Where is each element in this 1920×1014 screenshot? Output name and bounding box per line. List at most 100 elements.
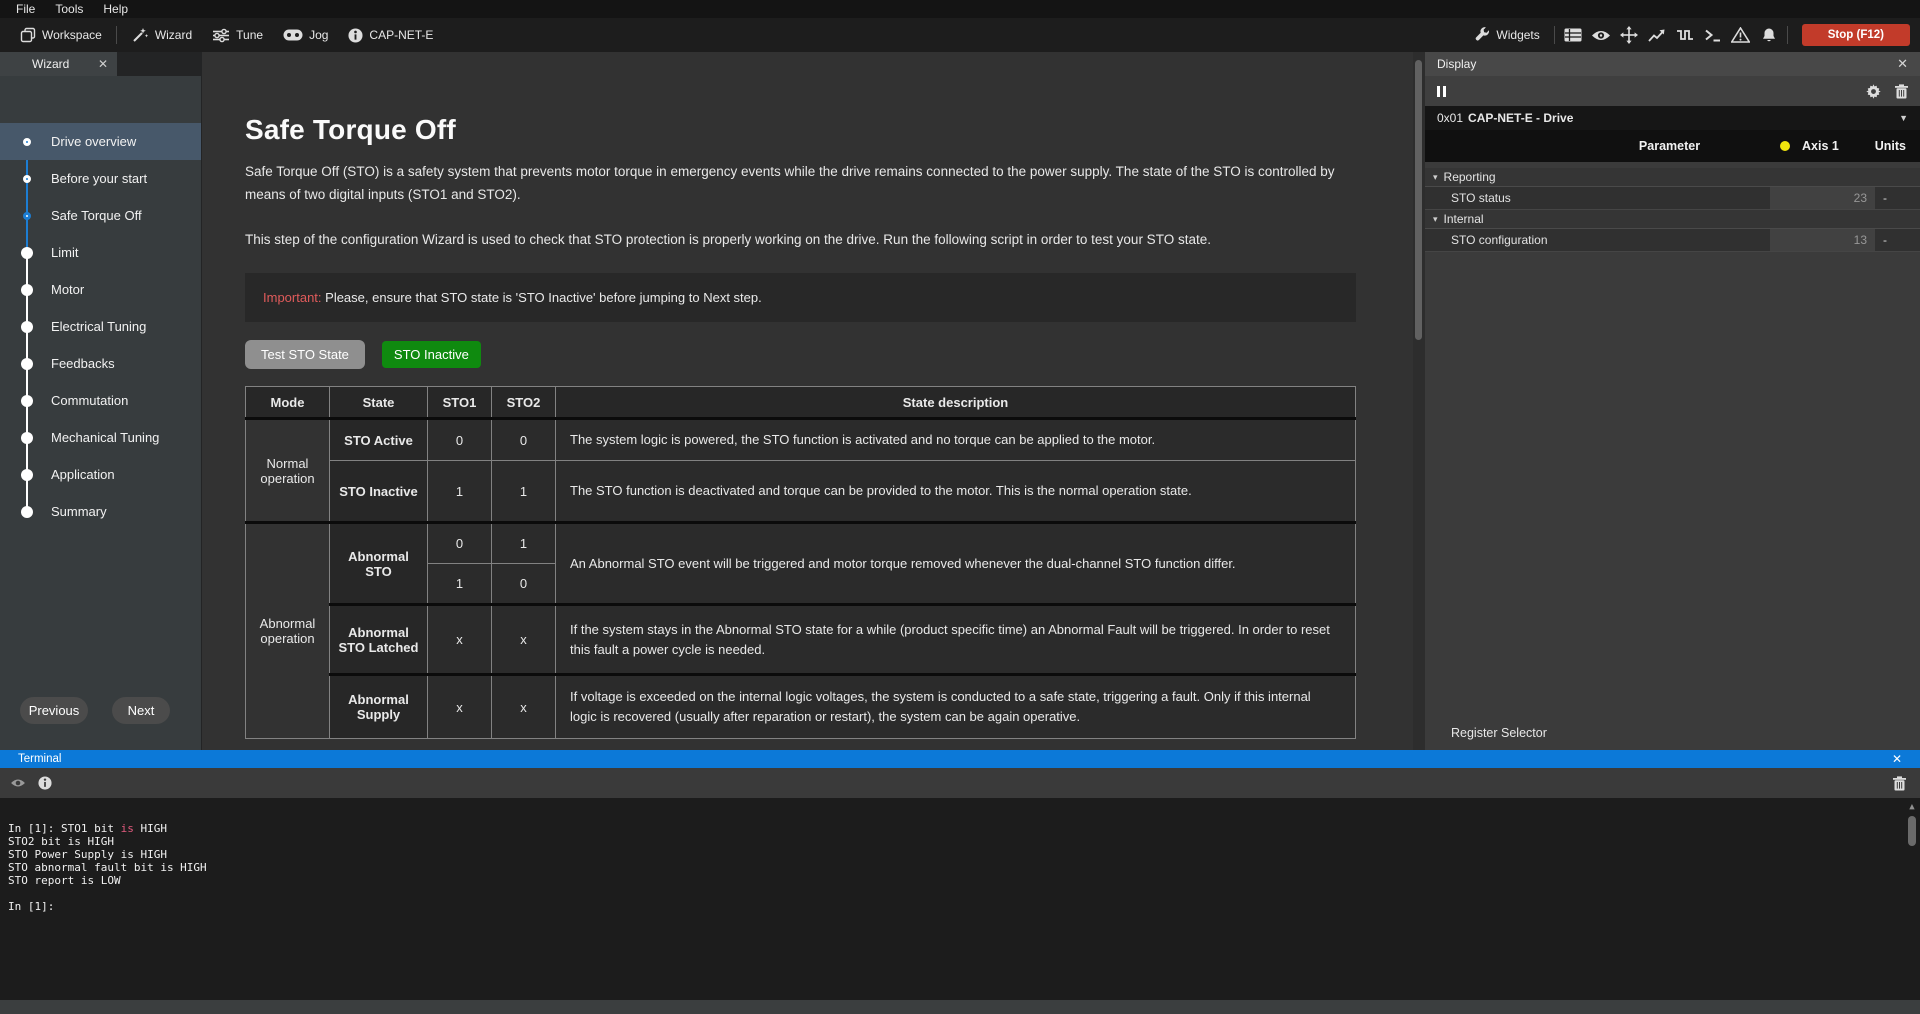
- step-label: Application: [51, 467, 115, 482]
- terminal-scrollbar[interactable]: ▲: [1906, 802, 1918, 1000]
- sidebar-item-motor[interactable]: Motor: [0, 271, 201, 308]
- terminal-panel: Terminal ✕ In [1]: STO1 bit is HIGH STO2…: [0, 750, 1920, 1000]
- terminal-prompt[interactable]: In [1]:: [8, 900, 1920, 913]
- table-row: STO Inactive 1 1 The STO function is dea…: [246, 461, 1356, 523]
- sidebar-item-safe-torque-off[interactable]: Safe Torque Off: [0, 197, 201, 234]
- workspace-label: Workspace: [42, 28, 102, 42]
- main-toolbar: Workspace Wizard Tune Jog CAP-NET-E Widg…: [0, 18, 1920, 52]
- sto1-cell: 0: [428, 419, 492, 461]
- state-cell: STO Active: [330, 419, 428, 461]
- trash-icon[interactable]: [1895, 84, 1908, 99]
- step-todo-indicator: [21, 358, 33, 370]
- sidebar-item-before-your-start[interactable]: Before your start: [0, 160, 201, 197]
- wizard-button[interactable]: Wizard: [121, 18, 202, 52]
- previous-button[interactable]: Previous: [20, 697, 88, 724]
- column-header-mode: Mode: [246, 387, 330, 419]
- menu-help[interactable]: Help: [93, 2, 138, 16]
- widgets-button[interactable]: Widgets: [1464, 27, 1549, 43]
- sidebar-item-feedbacks[interactable]: Feedbacks: [0, 345, 201, 382]
- register-table-button[interactable]: [1559, 28, 1587, 42]
- sto1-cell: x: [428, 675, 492, 739]
- step-label: Limit: [51, 245, 78, 260]
- main-scrollbar[interactable]: [1413, 52, 1425, 750]
- gear-icon[interactable]: [1866, 84, 1881, 99]
- terminal-output[interactable]: In [1]: STO1 bit is HIGH STO2 bit is HIG…: [0, 798, 1920, 1000]
- step-label: Electrical Tuning: [51, 319, 146, 334]
- terminal-button[interactable]: [1699, 28, 1727, 42]
- scope-chart-button[interactable]: [1643, 28, 1671, 43]
- tab-wizard[interactable]: Wizard ✕: [0, 52, 117, 76]
- wizard-nav: Previous Next: [20, 697, 170, 724]
- parameter-label: STO status: [1425, 191, 1770, 205]
- application-window: File Tools Help Workspace Wizard Tune Jo…: [0, 0, 1920, 1014]
- warning-button[interactable]: [1727, 27, 1755, 43]
- sidebar-item-drive-overview[interactable]: Drive overview: [0, 123, 201, 160]
- device-selector-row[interactable]: 0x01 CAP-NET-E - Drive ▼: [1425, 106, 1920, 130]
- sidebar-item-application[interactable]: Application: [0, 456, 201, 493]
- step-label: Drive overview: [51, 134, 136, 149]
- next-button[interactable]: Next: [112, 697, 170, 724]
- device-name: CAP-NET-E - Drive: [1468, 111, 1573, 125]
- device-info-button[interactable]: CAP-NET-E: [338, 18, 443, 52]
- test-sto-state-button[interactable]: Test STO State: [245, 340, 365, 369]
- column-header-description: State description: [556, 387, 1356, 419]
- notifications-bell-button[interactable]: [1755, 27, 1783, 43]
- stop-button[interactable]: Stop (F12): [1802, 24, 1910, 46]
- description-cell: The system logic is powered, the STO fun…: [556, 419, 1356, 461]
- motion-button[interactable]: [1615, 26, 1643, 44]
- jog-label: Jog: [309, 28, 328, 42]
- sto-state-table: Mode State STO1 STO2 State description N…: [245, 386, 1356, 739]
- step-todo-indicator: [21, 284, 33, 296]
- description-cell: If the system stays in the Abnormal STO …: [556, 605, 1356, 675]
- parameter-row-sto-status[interactable]: STO status 23 -: [1425, 187, 1920, 210]
- tune-button[interactable]: Tune: [202, 18, 273, 52]
- eye-icon[interactable]: [10, 778, 26, 788]
- collapse-triangle-icon: ▾: [1433, 214, 1438, 225]
- display-panel-toolbar: [1425, 76, 1920, 106]
- step-label: Safe Torque Off: [51, 208, 142, 223]
- sto1-cell: 1: [428, 461, 492, 523]
- scrollbar-thumb[interactable]: [1908, 816, 1916, 846]
- terminal-title: Terminal: [18, 753, 61, 765]
- menu-tools[interactable]: Tools: [45, 2, 93, 16]
- info-icon[interactable]: [38, 776, 52, 790]
- close-icon[interactable]: ✕: [1897, 56, 1908, 72]
- scroll-up-arrow-icon[interactable]: ▲: [1909, 802, 1914, 812]
- state-cell: Abnormal STO: [330, 523, 428, 605]
- chevron-down-icon[interactable]: ▼: [1899, 113, 1908, 123]
- square-wave-button[interactable]: [1671, 28, 1699, 42]
- sto2-cell: 0: [492, 419, 556, 461]
- column-header-state: State: [330, 387, 428, 419]
- watch-eye-button[interactable]: [1587, 29, 1615, 42]
- sidebar-item-summary[interactable]: Summary: [0, 493, 201, 530]
- sto-status-badge: STO Inactive: [382, 341, 481, 368]
- terminal-line: STO2 bit is HIGH: [8, 835, 1920, 848]
- trash-icon[interactable]: [1893, 776, 1906, 791]
- workspace-icon: [20, 27, 36, 43]
- menu-file[interactable]: File: [6, 2, 45, 16]
- table-row: Abnormal Supply x x If voltage is exceed…: [246, 675, 1356, 739]
- terminal-toolbar: [0, 768, 1920, 798]
- terminal-blank-line: [8, 887, 1920, 900]
- keyword-highlight: is: [121, 822, 134, 835]
- jog-button[interactable]: Jog: [273, 18, 338, 52]
- close-icon[interactable]: ✕: [1892, 752, 1902, 766]
- wizard-page-content: Safe Torque Off Safe Torque Off (STO) is…: [202, 52, 1413, 750]
- sidebar-item-limit[interactable]: Limit: [0, 234, 201, 271]
- pause-icon[interactable]: [1437, 86, 1446, 97]
- scrollbar-thumb[interactable]: [1415, 60, 1422, 340]
- wizard-sidebar: Drive overview Before your start Safe To…: [0, 76, 202, 750]
- instruction-paragraph: This step of the configuration Wizard is…: [245, 228, 1356, 251]
- display-panel-title: Display: [1437, 57, 1476, 71]
- parameter-row-sto-configuration[interactable]: STO configuration 13 -: [1425, 229, 1920, 252]
- close-icon[interactable]: ✕: [98, 57, 108, 71]
- workspace-button[interactable]: Workspace: [10, 18, 112, 52]
- group-row-internal[interactable]: ▾ Internal: [1425, 210, 1920, 229]
- group-label: Reporting: [1444, 170, 1496, 184]
- sto2-cell: 1: [492, 523, 556, 564]
- info-icon: [348, 28, 363, 43]
- sidebar-item-mechanical-tuning[interactable]: Mechanical Tuning: [0, 419, 201, 456]
- sidebar-item-electrical-tuning[interactable]: Electrical Tuning: [0, 308, 201, 345]
- sidebar-item-commutation[interactable]: Commutation: [0, 382, 201, 419]
- group-row-reporting[interactable]: ▾ Reporting: [1425, 168, 1920, 187]
